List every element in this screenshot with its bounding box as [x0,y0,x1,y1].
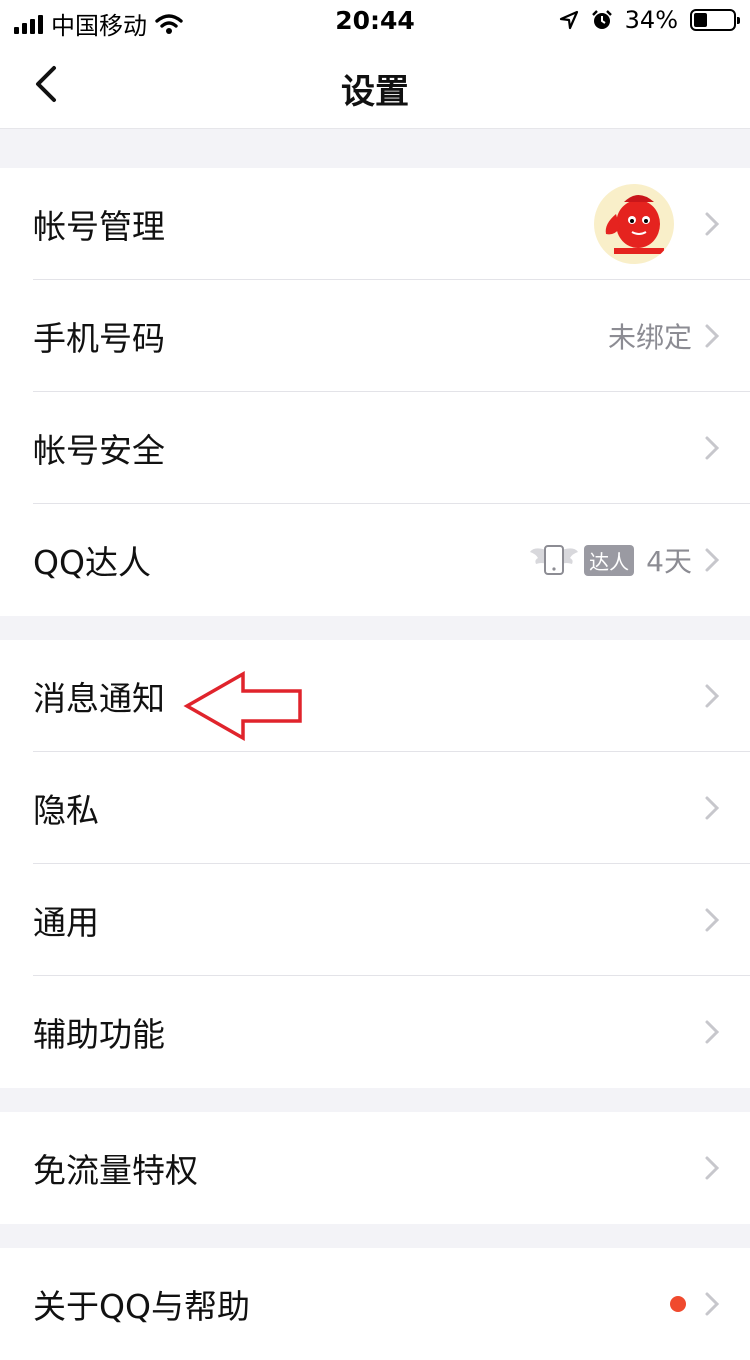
row-value: 未绑定 [607,321,692,354]
chevron-right-icon [705,324,720,348]
settings-row-notifications[interactable]: 消息通知 [0,640,750,752]
settings-row-general[interactable]: 通用 [0,864,750,976]
chevron-right-icon [705,684,720,708]
notification-dot [670,1296,686,1312]
settings-row-qq-expert[interactable]: QQ达人 达人 4天 [0,504,750,616]
settings-group-account: 帐号管理 手机号码 未绑定 帐号安全 QQ达人 达人 4天 [0,168,750,616]
avatar [594,184,674,264]
chevron-right-icon [705,1292,720,1316]
row-label: 消息通知 [33,679,165,718]
settings-row-account-security[interactable]: 帐号安全 [0,392,750,504]
row-value: 4天 [646,545,692,578]
chevron-right-icon [705,436,720,460]
winged-phone-icon [530,545,579,575]
row-label: 帐号管理 [33,207,165,246]
status-bar: 中国移动 20:44 34% [0,0,750,40]
chevron-right-icon [705,548,720,572]
settings-group-general: 消息通知 隐私 通用 辅助功能 [0,640,750,1088]
badge-label: 达人 [584,544,635,576]
settings-row-privacy[interactable]: 隐私 [0,752,750,864]
row-label: 隐私 [33,791,99,830]
qq-penguin-avatar-icon [605,195,664,254]
settings-row-account-management[interactable]: 帐号管理 [0,168,750,280]
row-label: 通用 [33,903,99,942]
qq-expert-badge: 达人 [528,542,635,578]
navigation-bar: 设置 [0,40,750,129]
chevron-right-icon [705,1156,720,1180]
settings-row-about-and-help[interactable]: 关于QQ与帮助 [0,1248,750,1360]
status-right: 34% [559,6,740,34]
settings-group-data-privilege: 免流量特权 [0,1112,750,1224]
row-label: 帐号安全 [33,431,165,470]
annotation-arrow-icon [183,671,302,741]
battery-icon [690,9,740,31]
chevron-right-icon [705,908,720,932]
chevron-right-icon [705,1020,720,1044]
row-label: 免流量特权 [33,1151,198,1190]
chevron-right-icon [705,796,720,820]
row-label: 关于QQ与帮助 [33,1287,250,1326]
battery-percent: 34% [624,6,678,34]
alarm-icon [591,10,612,29]
settings-group-about: 关于QQ与帮助 [0,1248,750,1360]
settings-row-phone-number[interactable]: 手机号码 未绑定 [0,280,750,392]
location-arrow-icon [559,10,578,30]
page-title: 设置 [341,72,409,112]
row-label: 手机号码 [33,319,165,358]
settings-row-free-data-privilege[interactable]: 免流量特权 [0,1112,750,1224]
chevron-right-icon [705,212,720,236]
row-label: QQ达人 [33,543,151,582]
row-label: 辅助功能 [33,1015,165,1054]
settings-row-accessibility[interactable]: 辅助功能 [0,976,750,1088]
